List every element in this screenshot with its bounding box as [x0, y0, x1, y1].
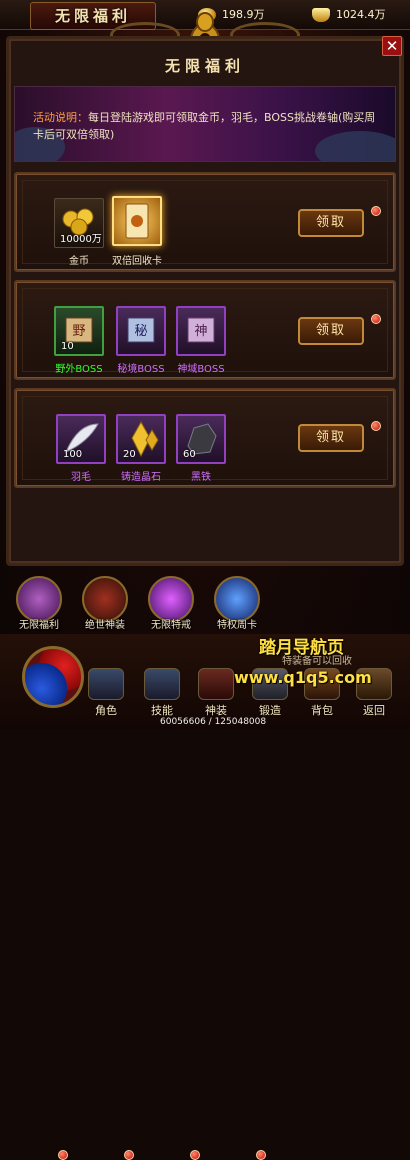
notification-dot — [371, 421, 381, 431]
nav-label: 角色 — [95, 704, 117, 717]
secret-boss-scroll-icon: 秘 — [127, 317, 155, 343]
divine-boss-scroll-icon: 神 — [187, 317, 215, 343]
reward-slot[interactable]: 10000万 — [54, 198, 104, 248]
game-screen: 无限福利 198.9万 1024.4万 无限福利 ✕ 活动说明：每日登陆游戏即可… — [0, 0, 410, 1160]
item-label: 神域BOSS — [177, 364, 225, 375]
item-count: 20 — [123, 449, 136, 460]
reward-slot[interactable]: 秘 — [116, 306, 166, 356]
nav-label: 背包 — [311, 704, 333, 717]
nav-label: 技能 — [151, 704, 173, 717]
close-button[interactable]: ✕ — [382, 36, 402, 56]
claim-button[interactable]: 领取 — [298, 317, 364, 345]
ingot-icon — [312, 8, 330, 22]
claim-button[interactable]: 领取 — [298, 424, 364, 452]
reward-slot[interactable]: 20 — [116, 414, 166, 464]
activity-description: 活动说明：每日登陆游戏即可领取金币，羽毛，BOSS挑战卷轴(购买周卡后可双倍领取… — [33, 109, 383, 143]
tab-unlimited-welfare[interactable]: 无限福利 — [8, 572, 70, 634]
notification-dot — [371, 314, 381, 324]
claim-button[interactable]: 领取 — [298, 209, 364, 237]
activity-banner: 活动说明：每日登陆游戏即可领取金币，羽毛，BOSS挑战卷轴(购买周卡后可双倍领取… — [14, 86, 396, 162]
feature-tabs: 无限福利 绝世神装 无限特戒 特权周卡 — [0, 572, 410, 1160]
watermark-url: www.q1q5.com — [234, 668, 372, 687]
item-label: 黑铁 — [191, 472, 211, 483]
reward-slot[interactable]: 神 — [176, 306, 226, 356]
recycle-card-icon — [125, 203, 149, 239]
tab-label: 无限特戒 — [151, 620, 191, 631]
close-icon: ✕ — [385, 37, 399, 55]
tab-weekly-card[interactable]: 特权周卡 — [206, 572, 268, 634]
ingot-amount: 1024.4万 — [336, 8, 386, 21]
nav-divine-gear[interactable]: 神装 — [194, 668, 238, 717]
tab-peerless-gear[interactable]: 绝世神装 — [74, 572, 136, 634]
watermark-title: 踏月导航页 — [259, 638, 344, 658]
exp-counter: 60056606 / 125048008 — [160, 717, 267, 727]
nav-label: 锻造 — [259, 704, 281, 717]
notification-dot — [371, 206, 381, 216]
notification-dot — [124, 1150, 134, 1160]
item-count: 100 — [63, 449, 83, 460]
nav-label: 神装 — [205, 704, 227, 717]
reward-slot[interactable]: 60 — [176, 414, 226, 464]
nav-character[interactable]: 角色 — [84, 668, 128, 717]
armor-icon — [198, 668, 234, 700]
tab-label: 特权周卡 — [217, 620, 257, 631]
item-count: 10 — [61, 341, 74, 352]
nav-label: 返回 — [363, 704, 385, 717]
item-count: 10000万 — [60, 234, 102, 245]
tab-label: 无限福利 — [19, 620, 59, 631]
svg-text:秘: 秘 — [134, 324, 147, 339]
item-label: 野外BOSS — [55, 364, 103, 375]
svg-text:野: 野 — [72, 324, 85, 339]
notification-dot — [190, 1150, 200, 1160]
reward-slot[interactable]: 野 10 — [54, 306, 104, 356]
item-label: 双倍回收卡 — [112, 256, 162, 267]
reward-slot[interactable] — [112, 196, 162, 246]
tab-special-ring[interactable]: 无限特戒 — [140, 572, 202, 634]
hp-mp-orb — [22, 646, 84, 708]
skill-book-icon — [144, 668, 180, 700]
nav-skills[interactable]: 技能 — [140, 668, 184, 717]
notification-dot — [256, 1150, 266, 1160]
helmet-icon — [88, 668, 124, 700]
svg-text:神: 神 — [194, 324, 207, 339]
reward-slot[interactable]: 100 — [56, 414, 106, 464]
panel-title: 无限福利 — [164, 57, 245, 75]
notification-dot — [58, 1150, 68, 1160]
ingot-resource: 1024.4万 — [312, 6, 386, 24]
tab-label: 绝世神装 — [85, 620, 125, 631]
activity-label: 活动说明： — [33, 111, 88, 124]
item-count: 60 — [183, 449, 196, 460]
